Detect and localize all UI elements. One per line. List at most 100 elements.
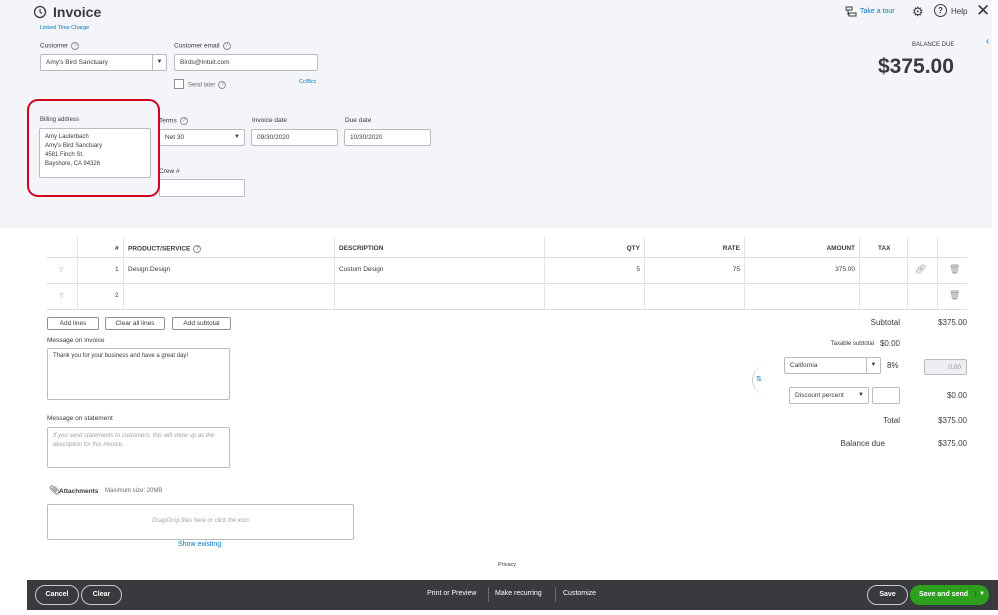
chevron-down-icon: ▼	[152, 55, 166, 70]
page-title: Invoice	[53, 4, 102, 20]
discount-type-value: Discount percent	[795, 392, 844, 399]
chevron-down-icon: ▼	[234, 134, 240, 140]
col-amount: AMOUNT	[826, 245, 855, 252]
col-tax: TAX	[878, 245, 891, 252]
tour-icon[interactable]	[845, 5, 857, 17]
row-rate[interactable]: 75	[647, 258, 740, 283]
clear-button[interactable]: Clear	[81, 585, 122, 605]
due-date-field[interactable]: 10/30/2020	[344, 129, 431, 146]
row-num: 1	[115, 266, 119, 273]
clear-all-lines-button[interactable]: Clear all lines	[105, 317, 165, 330]
col-description: DESCRIPTION	[339, 245, 384, 252]
divider	[555, 587, 556, 602]
col-num: #	[115, 245, 119, 252]
terms-label: Terms?	[159, 117, 188, 125]
discount-type-select[interactable]: Discount percent ▼	[789, 387, 869, 404]
discount-value-field[interactable]	[872, 387, 900, 404]
table-row[interactable]: ⠿ 2 🗑︎	[47, 284, 967, 310]
cancel-button[interactable]: Cancel	[35, 585, 79, 605]
divider	[488, 587, 489, 602]
tax-amount-field[interactable]: 0.00	[924, 359, 967, 375]
save-and-send-button[interactable]: Save and send ▼	[910, 585, 989, 605]
row-description[interactable]: Custom Design	[339, 258, 383, 283]
due-date-label: Due date	[345, 117, 372, 124]
row-amount[interactable]: 375.00	[747, 258, 855, 283]
row-num: 2	[115, 292, 119, 299]
drag-handle-icon[interactable]: ⠿	[59, 284, 64, 309]
tax-region-select[interactable]: California ▼	[784, 357, 881, 374]
col-qty: QTY	[626, 245, 640, 252]
linked-time-charge[interactable]: Linked Time Charge	[40, 25, 89, 31]
crew-label: Crew #	[159, 168, 180, 175]
help-icon[interactable]: ?	[193, 245, 202, 253]
table-row[interactable]: ⠿ 1 Design:Design Custom Design 5 75 375…	[47, 258, 967, 284]
subtotal-value: $375.00	[938, 318, 967, 327]
trash-icon[interactable]: 🗑︎	[949, 284, 960, 309]
taxable-subtotal-label: Taxable subtotal	[830, 341, 874, 347]
save-button[interactable]: Save	[867, 585, 908, 605]
message-invoice-label: Message on invoice	[47, 337, 105, 344]
col-product: PRODUCT/SERVICE?	[128, 237, 202, 257]
drag-handle-icon[interactable]: ⠿	[59, 258, 64, 283]
customer-select[interactable]: Amy's Bird Sanctuary ▼	[40, 54, 167, 71]
due-date-value: 10/30/2020	[350, 134, 383, 141]
email-value: Birds@Intuit.com	[180, 59, 230, 66]
total-label: Total	[883, 416, 900, 425]
add-subtotal-button[interactable]: Add subtotal	[172, 317, 231, 330]
add-lines-button[interactable]: Add lines	[47, 317, 99, 330]
close-icon[interactable]: ✕	[976, 1, 990, 21]
col-rate: RATE	[722, 245, 740, 252]
customize-link[interactable]: Customize	[563, 590, 596, 597]
tax-rate: 8%	[887, 361, 899, 370]
collapse-panel-icon[interactable]: ‹	[986, 36, 989, 47]
help-icon[interactable]: ?	[179, 117, 188, 125]
gear-icon[interactable]: ⚙	[912, 4, 924, 20]
help-icon[interactable]: ?	[222, 42, 231, 50]
help-icon[interactable]: ?	[934, 4, 947, 17]
help-icon[interactable]: ?	[71, 42, 80, 50]
attachments-label: Attachments	[59, 488, 99, 495]
terms-value: Net 30	[165, 134, 185, 141]
total-value: $375.00	[938, 416, 967, 425]
taxable-subtotal-value: $0.00	[879, 339, 900, 348]
ccbcc-link[interactable]: Cc/Bcc	[299, 79, 316, 85]
balance-due-total-value: $375.00	[938, 439, 967, 448]
help-link[interactable]: Help	[951, 7, 967, 16]
chevron-down-icon: ▼	[858, 392, 864, 398]
attachments-max: Maximum size: 20MB	[105, 488, 163, 494]
show-existing-link[interactable]: Show existing	[178, 541, 221, 548]
discount-amount: $0.00	[946, 391, 967, 400]
dropzone-text: Drag/Drop files here or click the icon	[152, 518, 249, 524]
send-later-checkbox[interactable]	[174, 79, 184, 89]
message-statement-label: Message on statement	[47, 415, 113, 422]
balance-due-total-label: Balance due	[840, 439, 885, 448]
email-field[interactable]: Birds@Intuit.com	[174, 54, 318, 71]
invoice-date-field[interactable]: 09/30/2020	[251, 129, 338, 146]
message-statement-field[interactable]: If you send statements to customers, thi…	[47, 427, 230, 468]
terms-select[interactable]: Net 30 ▼	[159, 129, 245, 146]
row-qty[interactable]: 5	[547, 258, 640, 283]
privacy-link[interactable]: Privacy	[498, 562, 516, 568]
crew-field[interactable]	[159, 179, 245, 197]
history-icon[interactable]	[33, 5, 47, 19]
balance-due-amount: $375.00	[878, 55, 954, 78]
attachment-dropzone[interactable]: Drag/Drop files here or click the icon	[47, 504, 354, 540]
invoice-date-label: Invoice date	[252, 117, 288, 124]
message-statement-placeholder: If you send statements to customers, thi…	[53, 433, 215, 448]
subtotal-label: Subtotal	[870, 318, 900, 327]
chevron-down-icon[interactable]: ▼	[975, 591, 985, 597]
message-invoice-value: Thank you for your business and have a g…	[53, 353, 189, 359]
link-icon[interactable]: 🔗︎	[915, 258, 926, 283]
take-tour-link[interactable]: Take a tour	[860, 8, 895, 15]
row-product[interactable]: Design:Design	[128, 258, 170, 283]
tax-region-value: California	[790, 362, 818, 369]
print-preview-link[interactable]: Print or Preview	[427, 590, 476, 597]
billing-highlight	[27, 99, 160, 197]
table-header: # PRODUCT/SERVICE? DESCRIPTION QTY RATE …	[47, 237, 967, 258]
balance-due-label: BALANCE DUE	[912, 42, 955, 48]
help-icon[interactable]: ?	[218, 81, 227, 89]
tax-toggle-icon[interactable]: ⇅	[752, 366, 772, 394]
trash-icon[interactable]: 🗑︎	[949, 258, 960, 283]
message-invoice-field[interactable]: Thank you for your business and have a g…	[47, 348, 230, 400]
make-recurring-link[interactable]: Make recurring	[495, 590, 542, 597]
